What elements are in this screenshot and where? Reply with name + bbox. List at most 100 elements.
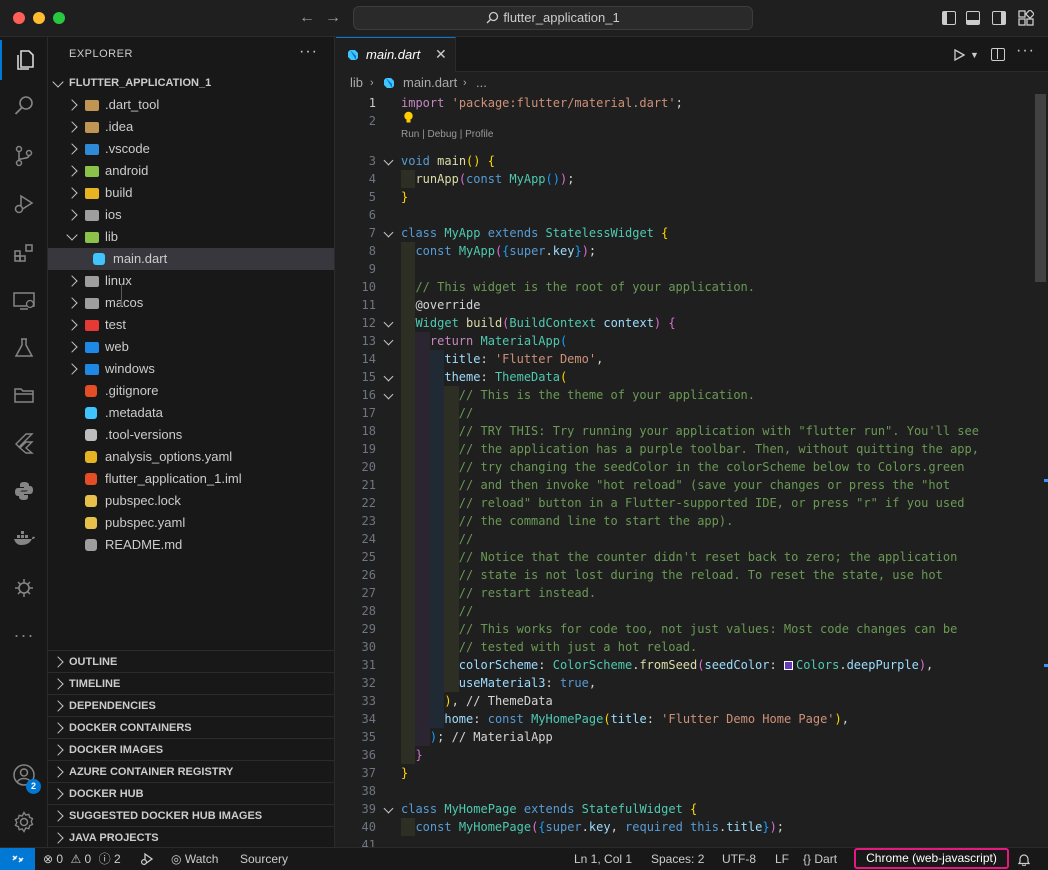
fold-chevron-icon[interactable] (383, 389, 394, 400)
python-activity[interactable] (0, 471, 48, 511)
fold-chevron-icon[interactable] (383, 803, 394, 814)
tab-main-dart[interactable]: main.dart ✕ (336, 37, 456, 72)
project-manager-activity[interactable] (0, 375, 48, 415)
toggle-primary-sidebar-icon[interactable] (942, 11, 956, 25)
breadcrumb-file[interactable]: main.dart (403, 72, 457, 94)
breadcrumb-folder[interactable]: lib (350, 72, 363, 94)
back-arrow-icon[interactable]: ← (299, 9, 315, 27)
folder-item[interactable]: test (48, 314, 334, 336)
chevron-right-icon (52, 832, 64, 844)
section-header[interactable]: TIMELINE (48, 672, 335, 694)
end-of-line[interactable]: LF (775, 848, 789, 870)
explorer-activity[interactable] (0, 40, 48, 80)
tree-item-label: main.dart (113, 251, 168, 266)
customize-layout-icon[interactable] (1018, 10, 1034, 26)
language-mode[interactable]: {} Dart (803, 848, 837, 870)
section-header[interactable]: DOCKER IMAGES (48, 738, 335, 760)
debug-run-icon[interactable] (140, 853, 154, 866)
fold-chevron-icon[interactable] (383, 317, 394, 328)
testing-activity[interactable] (0, 328, 48, 368)
codelens-run-debug-profile[interactable]: Run | Debug | Profile (401, 129, 493, 140)
file-item[interactable]: flutter_application_1.iml (48, 468, 334, 490)
device-selector[interactable]: Chrome (web-javascript) (854, 848, 1009, 869)
lightbulb-icon[interactable] (403, 111, 414, 124)
fold-chevron-icon[interactable] (383, 371, 394, 382)
accounts-activity[interactable]: 2 (0, 755, 48, 795)
close-icon[interactable]: ✕ (435, 46, 447, 63)
indentation[interactable]: Spaces: 2 (651, 848, 704, 870)
folder-item[interactable]: macos (48, 292, 334, 314)
toggle-panel-icon[interactable] (966, 11, 980, 25)
folder-item[interactable]: build (48, 182, 334, 204)
code-line: // tested with just a hot reload. (458, 640, 698, 654)
line-number: 23 (361, 514, 376, 528)
folder-item[interactable]: ios (48, 204, 334, 226)
explorer-title: EXPLORER (69, 48, 133, 60)
encoding[interactable]: UTF-8 (722, 848, 756, 870)
close-window-button[interactable] (13, 12, 25, 24)
language-label: Dart (814, 852, 838, 866)
search-activity[interactable] (0, 86, 48, 126)
docker-activity[interactable] (0, 518, 48, 558)
cursor-position[interactable]: Ln 1, Col 1 (574, 848, 632, 870)
section-header[interactable]: DEPENDENCIES (48, 694, 335, 716)
folder-item[interactable]: android (48, 160, 334, 182)
flutter-activity[interactable] (0, 423, 48, 463)
file-item[interactable]: analysis_options.yaml (48, 446, 334, 468)
zoom-window-button[interactable] (53, 12, 65, 24)
code-line: // try changing the seedColor in the col… (458, 460, 965, 474)
more-actions-icon[interactable]: ··· (1016, 42, 1035, 60)
file-item[interactable]: .gitignore (48, 380, 334, 402)
watch-status[interactable]: ◎ Watch (171, 848, 218, 870)
tree-item-label: .gitignore (105, 383, 159, 398)
minimize-window-button[interactable] (33, 12, 45, 24)
code-editor[interactable]: 1 2 3 4 5 6 7 8 9 10 11 12 13 14 15 16 17 18 19 20 21 22 23 24 2… (336, 94, 1048, 847)
code-line: useMaterial3: true, (458, 676, 597, 690)
manage-activity[interactable] (0, 802, 48, 842)
fold-chevron-icon[interactable] (383, 227, 394, 238)
forward-arrow-icon[interactable]: → (325, 9, 341, 27)
more-activity[interactable]: ··· (0, 615, 48, 655)
section-header[interactable]: DOCKER CONTAINERS (48, 716, 335, 738)
folder-item[interactable]: .vscode (48, 138, 334, 160)
file-item[interactable]: pubspec.lock (48, 490, 334, 512)
remote-explorer-activity[interactable] (0, 281, 48, 321)
section-header[interactable]: DOCKER HUB (48, 782, 335, 804)
source-control-activity[interactable] (0, 136, 48, 176)
section-header[interactable]: SUGGESTED DOCKER HUB IMAGES (48, 804, 335, 826)
explorer-more-actions[interactable]: ··· (299, 43, 318, 61)
file-item[interactable]: .metadata (48, 402, 334, 424)
folder-item[interactable]: linux (48, 270, 334, 292)
fold-chevron-icon[interactable] (383, 335, 394, 346)
command-center-search[interactable]: flutter_application_1 (353, 6, 753, 30)
file-item[interactable]: .tool-versions (48, 424, 334, 446)
scrollbar-thumb[interactable] (1035, 94, 1046, 282)
extensions-activity[interactable] (0, 233, 48, 273)
kubernetes-activity[interactable] (0, 568, 48, 608)
section-header[interactable]: AZURE CONTAINER REGISTRY (48, 760, 335, 782)
file-item[interactable]: pubspec.yaml (48, 512, 334, 534)
toggle-secondary-sidebar-icon[interactable] (992, 11, 1006, 25)
bell-icon[interactable] (1018, 853, 1030, 866)
folder-item[interactable]: .idea (48, 116, 334, 138)
sourcery-status[interactable]: Sourcery (240, 848, 288, 870)
file-item[interactable]: README.md (48, 534, 334, 556)
line-number: 28 (361, 604, 376, 618)
problems-indicator[interactable]: ⊗ 0 ⚠ 0 ⓘ 2 (43, 848, 121, 870)
folder-item[interactable]: .dart_tool (48, 94, 334, 116)
folder-item[interactable]: web (48, 336, 334, 358)
editor-scrollbar[interactable] (1034, 94, 1048, 847)
folder-item[interactable]: windows (48, 358, 334, 380)
section-header[interactable]: JAVA PROJECTS (48, 826, 335, 848)
run-icon[interactable] (953, 49, 965, 61)
file-item[interactable]: main.dart (48, 248, 334, 270)
breadcrumb-more[interactable]: ... (476, 72, 487, 94)
folder-item[interactable]: lib (48, 226, 334, 248)
run-debug-activity[interactable] (0, 184, 48, 224)
split-editor-icon[interactable] (991, 48, 1005, 61)
section-header[interactable]: OUTLINE (48, 650, 335, 672)
workspace-root-folder[interactable]: FLUTTER_APPLICATION_1 (48, 72, 335, 94)
remote-indicator[interactable] (0, 848, 35, 870)
chevron-down-icon[interactable]: ▼ (970, 50, 979, 60)
fold-chevron-icon[interactable] (383, 155, 394, 166)
